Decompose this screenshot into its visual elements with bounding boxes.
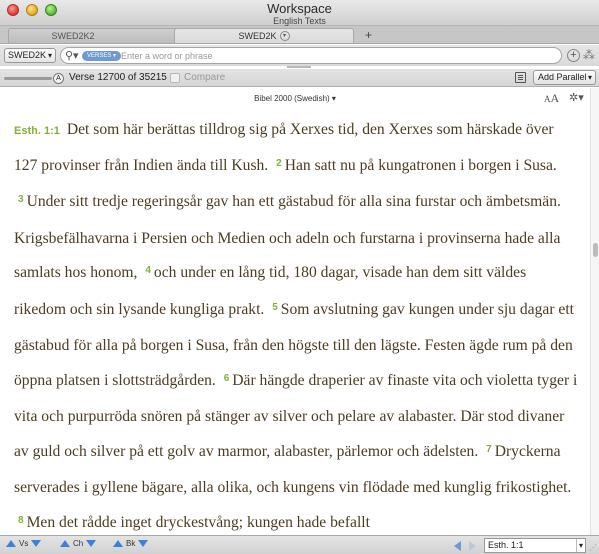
extensions-icon[interactable]: ⁂ bbox=[583, 48, 595, 62]
scrollbar-thumb[interactable] bbox=[593, 243, 598, 257]
previous-chapter-button[interactable] bbox=[60, 540, 70, 547]
content-header: Bibel 2000 (Swedish) ▾ AA ✲▾ bbox=[0, 88, 590, 108]
resize-grip-icon[interactable]: ⋰ bbox=[589, 543, 597, 552]
bible-selector[interactable]: SWED2K ▾ bbox=[4, 48, 56, 63]
bible-selector-label: SWED2K bbox=[8, 50, 47, 60]
splitter-grip[interactable] bbox=[287, 66, 311, 68]
compare-label: Compare bbox=[184, 72, 226, 83]
verse-position-text: Verse 12700 of 35215 bbox=[69, 72, 167, 83]
add-parallel-label: Add Parallel bbox=[538, 72, 587, 82]
new-tab-button[interactable]: + bbox=[365, 28, 372, 42]
verse-slider-knob[interactable]: A bbox=[53, 73, 64, 84]
translation-selector[interactable]: Bibel 2000 (Swedish) ▾ bbox=[0, 94, 590, 103]
chevron-down-icon: ▾ bbox=[47, 51, 52, 60]
tab-bar: SWED2K2 SWED2K ▾ bbox=[0, 26, 599, 44]
history-forward-icon[interactable] bbox=[469, 541, 476, 551]
verse-number[interactable]: 7 bbox=[486, 444, 492, 455]
chapter-nav-label: Ch bbox=[73, 539, 84, 548]
scripture-text: Esth. 1:1 Det som här berättas tilldrog s… bbox=[14, 113, 580, 535]
verse-number[interactable]: 2 bbox=[276, 158, 282, 169]
compare-checkbox[interactable] bbox=[170, 73, 180, 83]
verse-reference[interactable]: Esth. 1:1 bbox=[14, 125, 60, 137]
verse-text: Men det rådde inget dryckestvång; kungen… bbox=[26, 513, 370, 531]
sidebar-toggle-icon[interactable] bbox=[515, 72, 526, 83]
font-size-control: AA bbox=[544, 91, 559, 106]
add-parallel-button[interactable]: Add Parallel ▾ bbox=[533, 70, 596, 85]
title-bar: Workspace English Texts bbox=[0, 0, 599, 26]
verse-number[interactable]: 3 bbox=[18, 194, 24, 205]
verse-number[interactable]: 8 bbox=[18, 515, 24, 526]
verse-nav-label: Vs bbox=[19, 539, 29, 548]
verse-toolbar: A Verse 12700 of 35215 Compare Add Paral… bbox=[0, 69, 599, 87]
tab-swed2k[interactable]: SWED2K ▾ bbox=[174, 28, 354, 43]
book-nav: Bk bbox=[113, 539, 149, 548]
reference-field[interactable]: Esth. 1:1 ▾ bbox=[484, 538, 586, 553]
search-icon[interactable]: ⚲▾ bbox=[65, 49, 79, 62]
window-title: Workspace bbox=[267, 1, 332, 16]
verse-nav: Vs bbox=[6, 539, 42, 548]
increase-font-button[interactable]: A bbox=[551, 91, 560, 105]
verse-number[interactable]: 6 bbox=[224, 373, 230, 384]
reference-field-value: Esth. 1:1 bbox=[488, 540, 524, 550]
window-subtitle: English Texts bbox=[273, 16, 326, 26]
search-field[interactable]: ⚲▾ VERSES ▾ bbox=[60, 47, 562, 64]
previous-book-button[interactable] bbox=[113, 540, 123, 547]
next-verse-button[interactable] bbox=[31, 540, 42, 547]
verse-slider-track[interactable] bbox=[4, 77, 52, 80]
tab-label: SWED2K bbox=[238, 31, 277, 41]
search-input[interactable] bbox=[121, 49, 521, 62]
next-chapter-button[interactable] bbox=[86, 540, 97, 547]
chevron-down-icon: ▾ bbox=[587, 73, 592, 82]
chevron-down-icon[interactable]: ▾ bbox=[575, 539, 583, 552]
tab-label: SWED2K2 bbox=[51, 31, 95, 41]
chapter-nav: Ch bbox=[60, 539, 97, 548]
tab-menu-icon[interactable]: ▾ bbox=[279, 31, 290, 41]
previous-verse-button[interactable] bbox=[6, 540, 16, 547]
next-book-button[interactable] bbox=[138, 540, 149, 547]
navigation-bar: Vs Ch Bk Esth. 1:1 ▾ ⋰ bbox=[0, 535, 599, 554]
search-toolbar: SWED2K ▾ ⚲▾ VERSES ▾ + ⁂ bbox=[0, 45, 599, 66]
book-nav-label: Bk bbox=[126, 539, 136, 548]
add-icon[interactable]: + bbox=[567, 49, 580, 62]
verse-text: Han satt nu på kungatronen i borgen i Su… bbox=[284, 156, 557, 174]
verse-number[interactable]: 5 bbox=[272, 302, 278, 313]
history-back-icon[interactable] bbox=[454, 541, 461, 551]
search-scope-pill[interactable]: VERSES ▾ bbox=[82, 51, 122, 61]
scrollbar[interactable] bbox=[590, 88, 599, 535]
gear-icon[interactable]: ✲▾ bbox=[569, 91, 584, 104]
verse-number[interactable]: 4 bbox=[145, 265, 151, 276]
